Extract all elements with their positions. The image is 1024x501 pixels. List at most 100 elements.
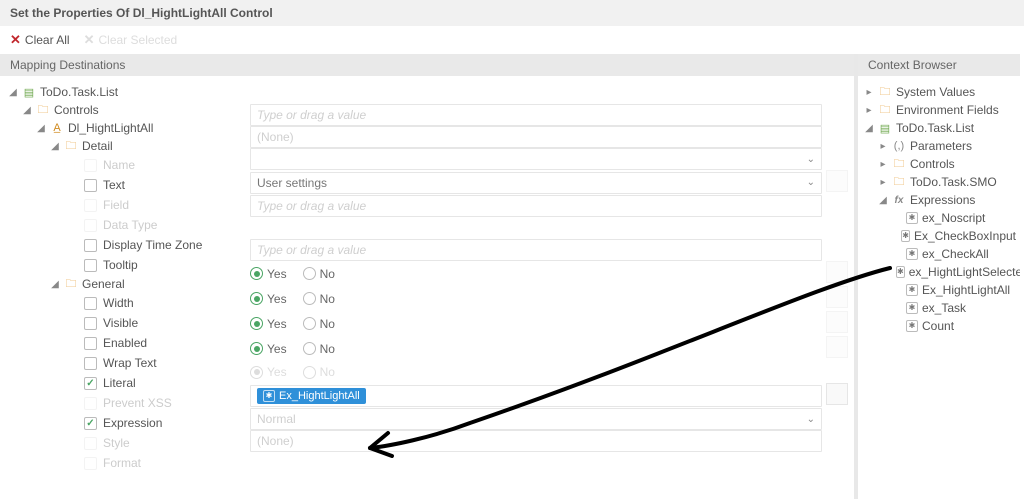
collapse-icon[interactable]: ◢ — [8, 87, 18, 98]
x-icon: ✕ — [10, 32, 21, 48]
prop-enabled[interactable]: Enabled — [64, 334, 244, 352]
x-icon: ✕ — [84, 32, 95, 48]
ctx-env-fields[interactable]: ▸🗀Environment Fields — [864, 102, 1016, 118]
collapse-icon[interactable]: ◢ — [878, 195, 888, 206]
visible-radio[interactable]: Yes No — [250, 263, 822, 285]
clear-all-button[interactable]: ✕ Clear All — [10, 32, 70, 48]
form-icon: ▤ — [22, 85, 36, 99]
checkbox[interactable] — [84, 337, 97, 350]
fx-button — [826, 311, 848, 333]
mapping-header: Mapping Destinations — [0, 54, 854, 76]
checkbox[interactable] — [84, 259, 97, 272]
expand-icon[interactable]: ▸ — [878, 159, 888, 170]
ctx-expr-hlsel[interactable]: ✱ex_HightLightSelected — [892, 264, 1016, 280]
expression-icon: ✱ — [906, 320, 918, 332]
prop-tooltip[interactable]: Tooltip — [64, 256, 244, 274]
prop-style: Style — [64, 434, 244, 452]
ctx-expressions[interactable]: ◢fxExpressions — [878, 192, 1016, 208]
checkbox[interactable] — [84, 357, 97, 370]
radio-yes[interactable] — [250, 292, 263, 305]
ctx-expr-noscript[interactable]: ✱ex_Noscript — [892, 210, 1016, 226]
ctx-controls[interactable]: ▸🗀Controls — [878, 156, 1016, 172]
fx-button[interactable] — [826, 383, 848, 405]
radio-yes[interactable] — [250, 267, 263, 280]
text-input[interactable]: Type or drag a value — [250, 104, 822, 126]
clear-selected-label: Clear Selected — [99, 33, 178, 47]
checkbox — [84, 397, 97, 410]
chevron-down-icon: ⌄ — [807, 414, 815, 425]
form-icon: ▤ — [878, 121, 892, 135]
wrap-radio[interactable]: Yes No — [250, 313, 822, 335]
width-input[interactable]: Type or drag a value — [250, 239, 822, 261]
checkbox — [84, 437, 97, 450]
expression-icon: ✱ — [901, 230, 910, 242]
prop-literal[interactable]: Literal — [64, 374, 244, 392]
expand-icon[interactable]: ▸ — [878, 177, 888, 188]
checkbox[interactable] — [84, 179, 97, 192]
folder-icon: 🗀 — [64, 139, 78, 153]
tree-node-root[interactable]: ◢ ▤ ToDo.Task.List — [8, 84, 244, 100]
radio-yes — [250, 366, 263, 379]
prop-width[interactable]: Width — [64, 294, 244, 312]
ctx-system-values[interactable]: ▸🗀System Values — [864, 84, 1016, 100]
collapse-icon[interactable]: ◢ — [50, 279, 60, 290]
ctx-smo[interactable]: ▸🗀ToDo.Task.SMO — [878, 174, 1016, 190]
fx-icon: fx — [892, 193, 906, 207]
prop-prevent: Prevent XSS — [64, 394, 244, 412]
checkbox[interactable] — [84, 317, 97, 330]
ctx-expr-count[interactable]: ✱Count — [892, 318, 1016, 334]
ctx-expr-chkall[interactable]: ✱ex_CheckAll — [892, 246, 1016, 262]
datatype-select: ⌄ — [250, 148, 822, 170]
ctx-parameters[interactable]: ▸(,)Parameters — [878, 138, 1016, 154]
style-select: Normal⌄ — [250, 408, 822, 430]
expand-icon[interactable]: ▸ — [864, 105, 874, 116]
tree-node-control[interactable]: ◢ A̲ Dl_HightLightAll — [36, 120, 244, 136]
collapse-icon[interactable]: ◢ — [864, 123, 874, 134]
expression-icon: ✱ — [906, 284, 918, 296]
checkbox[interactable] — [84, 239, 97, 252]
prop-text[interactable]: Text — [64, 176, 244, 194]
prop-format: Format — [64, 454, 244, 472]
checkbox — [84, 219, 97, 232]
radio-no[interactable] — [303, 317, 316, 330]
checkbox[interactable] — [84, 297, 97, 310]
dtz-select[interactable]: User settings⌄ — [250, 172, 822, 194]
control-icon: A̲ — [50, 121, 64, 135]
param-icon: (,) — [892, 139, 906, 153]
radio-no[interactable] — [303, 342, 316, 355]
tooltip-input[interactable]: Type or drag a value — [250, 195, 822, 217]
expand-icon[interactable]: ▸ — [864, 87, 874, 98]
expression-input[interactable]: ✱ Ex_HightLightAll — [250, 385, 822, 407]
prop-visible[interactable]: Visible — [64, 314, 244, 332]
ctx-expr-chkinput[interactable]: ✱Ex_CheckBoxInput — [892, 228, 1016, 244]
tree-node-general[interactable]: ◢ 🗀 General — [50, 276, 244, 292]
prop-wrap[interactable]: Wrap Text — [64, 354, 244, 372]
radio-yes[interactable] — [250, 342, 263, 355]
ctx-expr-hlall[interactable]: ✱Ex_HightLightAll — [892, 282, 1016, 298]
ctx-expr-task[interactable]: ✱ex_Task — [892, 300, 1016, 316]
tree-node-detail[interactable]: ◢ 🗀 Detail — [50, 138, 244, 154]
field-value: (None) — [250, 126, 822, 148]
checkbox — [84, 457, 97, 470]
collapse-icon[interactable]: ◢ — [50, 141, 60, 152]
prop-expression[interactable]: Expression — [64, 414, 244, 432]
checkbox[interactable] — [84, 377, 97, 390]
folder-icon: 🗀 — [878, 103, 892, 117]
checkbox[interactable] — [84, 417, 97, 430]
fx-button — [826, 336, 848, 358]
tree-node-controls[interactable]: ◢ 🗀 Controls — [22, 102, 244, 118]
ctx-root[interactable]: ◢▤ToDo.Task.List — [864, 120, 1016, 136]
literal-radio[interactable]: Yes No — [250, 338, 822, 360]
expand-icon[interactable]: ▸ — [878, 141, 888, 152]
mapping-tree: ◢ ▤ ToDo.Task.List ◢ 🗀 Controls — [0, 76, 248, 499]
format-value: (None) — [250, 430, 822, 452]
radio-no[interactable] — [303, 292, 316, 305]
prop-name: Name — [64, 156, 244, 174]
enabled-radio[interactable]: Yes No — [250, 288, 822, 310]
radio-no[interactable] — [303, 267, 316, 280]
radio-yes[interactable] — [250, 317, 263, 330]
expression-tag[interactable]: ✱ Ex_HightLightAll — [257, 388, 366, 404]
collapse-icon[interactable]: ◢ — [22, 105, 32, 116]
collapse-icon[interactable]: ◢ — [36, 123, 46, 134]
prop-dtz[interactable]: Display Time Zone — [64, 236, 244, 254]
